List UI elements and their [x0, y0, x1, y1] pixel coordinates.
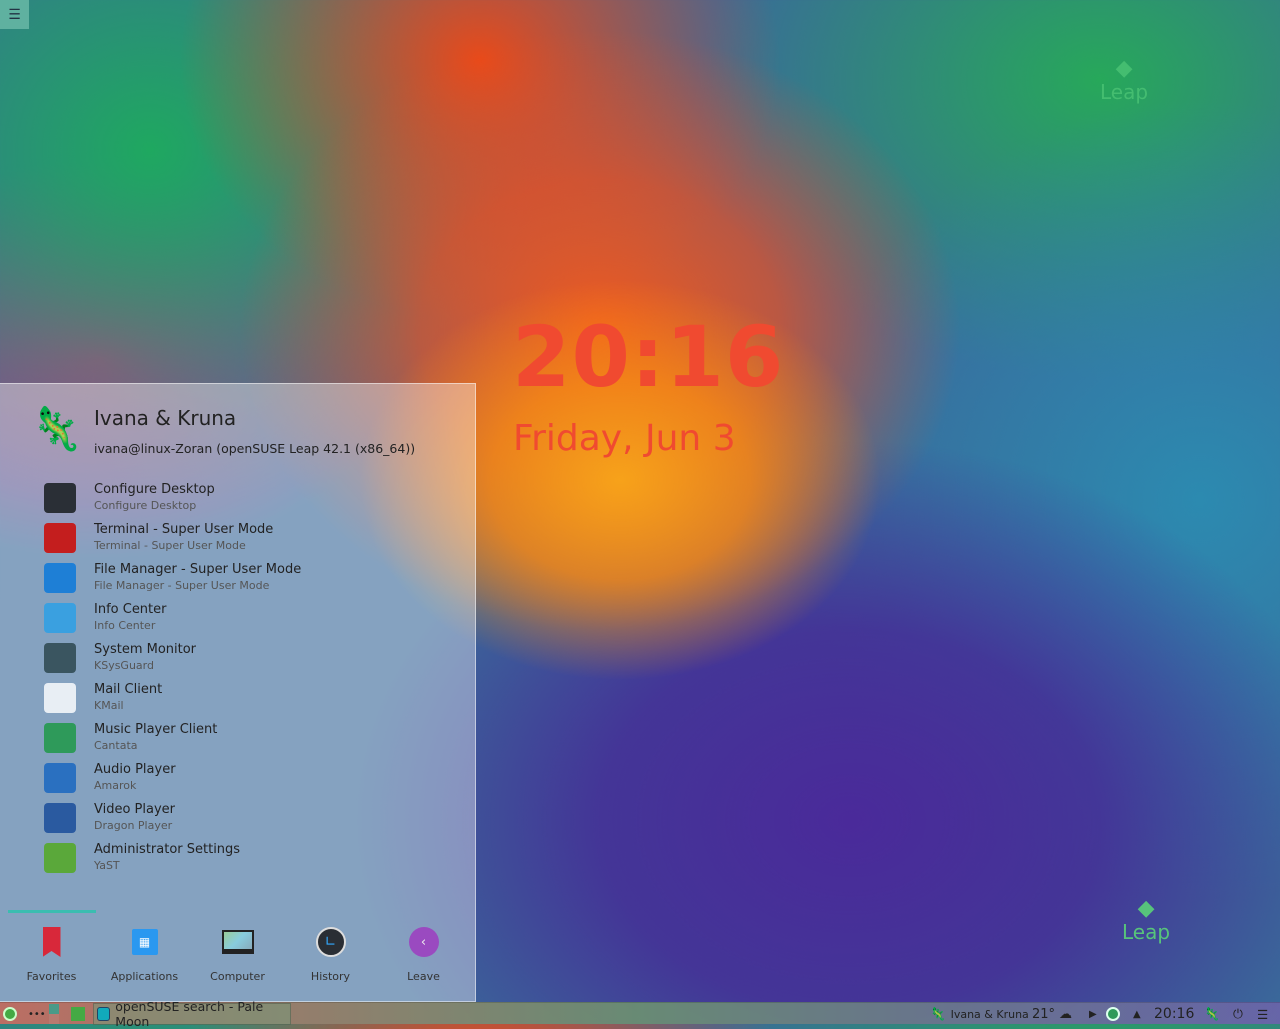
menu-item[interactable]: Music Player Client Cantata: [0, 718, 475, 758]
taskbar: ••• openSUSE search - Pale Moon 🦎 Ivana &…: [0, 999, 1280, 1029]
leap-logo-top: ◆ Leap: [1100, 56, 1149, 105]
menu-item-subtitle: KMail: [94, 699, 124, 712]
more-icon[interactable]: •••: [28, 1003, 46, 1025]
menu-item-title: Info Center: [94, 602, 167, 617]
history-icon: ∟: [315, 927, 346, 957]
application-launcher-menu: 🦎 Ivana & Kruna ivana@linux-Zoran (openS…: [0, 383, 476, 1002]
menu-item[interactable]: Video Player Dragon Player: [0, 798, 475, 838]
tab-leave[interactable]: ‹ Leave: [377, 922, 470, 983]
task-label: openSUSE search - Pale Moon: [115, 999, 264, 1029]
user-label: Ivana & Kruna: [950, 1007, 1029, 1021]
menu-item-subtitle: KSysGuard: [94, 659, 154, 672]
menu-item[interactable]: System Monitor KSysGuard: [0, 638, 475, 678]
menu-item-title: Video Player: [94, 802, 176, 817]
menu-item-title: Configure Desktop: [94, 482, 215, 497]
menu-item[interactable]: Info Center Info Center: [0, 598, 475, 638]
menu-item-title: Audio Player: [94, 762, 176, 777]
system-monitor-icon: [44, 643, 76, 673]
computer-icon: [221, 930, 254, 954]
mail-icon: [44, 683, 76, 713]
folder-icon: [44, 563, 76, 593]
menu-item-subtitle: Info Center: [94, 619, 156, 632]
info-icon: [44, 603, 76, 633]
menu-item[interactable]: Mail Client KMail: [0, 678, 475, 718]
weather-temp: 21°: [1032, 1006, 1056, 1022]
show-desktop-button[interactable]: [71, 1003, 85, 1025]
configure-icon: [44, 483, 76, 513]
power-icon[interactable]: ⏻: [1233, 1003, 1243, 1025]
media-play-icon[interactable]: ▶: [1089, 1003, 1097, 1025]
weather-widget[interactable]: 21° ☁: [1032, 1003, 1072, 1025]
menu-item-subtitle: File Manager - Super User Mode: [94, 579, 270, 592]
menu-item[interactable]: Configure Desktop Configure Desktop: [0, 478, 475, 518]
panel-menu-icon[interactable]: ☰: [1257, 1003, 1268, 1025]
menu-item-subtitle: Dragon Player: [94, 819, 173, 832]
menu-item-title: System Monitor: [94, 642, 197, 657]
menu-item-title: Music Player Client: [94, 722, 218, 737]
amarok-icon: [44, 763, 76, 793]
leap-logo-bottom: ◆ Leap: [1122, 896, 1171, 945]
tab-favorites[interactable]: Favorites: [5, 922, 98, 983]
tab-label: Favorites: [26, 970, 77, 983]
menu-item[interactable]: File Manager - Super User Mode File Manag…: [0, 558, 475, 598]
menu-item-subtitle: Terminal - Super User Mode: [94, 539, 246, 552]
desktop-toolbox-button[interactable]: ☰: [0, 0, 29, 29]
menu-item-subtitle: Cantata: [94, 739, 138, 752]
dragon-icon: [44, 803, 76, 833]
tab-applications[interactable]: ▦ Applications: [98, 922, 191, 983]
pager[interactable]: [49, 1003, 59, 1025]
task-pale-moon[interactable]: openSUSE search - Pale Moon: [93, 999, 291, 1029]
menu-item-subtitle: Configure Desktop: [94, 499, 197, 512]
opensuse-logo-icon: [3, 1007, 17, 1021]
menu-item[interactable]: Administrator Settings YaST: [0, 838, 475, 878]
menu-item-title: Administrator Settings: [94, 842, 241, 857]
hamburger-icon: ☰: [8, 6, 21, 23]
user-avatar: 🦎: [30, 404, 83, 453]
menu-item-title: Mail Client: [94, 682, 163, 697]
desktop-clock: 20:16: [512, 308, 785, 406]
expand-tray-icon[interactable]: ▲: [1133, 1003, 1141, 1025]
pager-desktop-icon: [49, 1004, 59, 1024]
show-desktop-icon: [71, 1007, 85, 1021]
yast-icon: [44, 843, 76, 873]
taskbar-clock[interactable]: 20:16: [1154, 1003, 1194, 1025]
tab-computer[interactable]: Computer: [191, 922, 284, 983]
menu-item-subtitle: Amarok: [94, 779, 137, 792]
menu-item[interactable]: Terminal - Super User Mode Terminal - Sup…: [0, 518, 475, 558]
user-host: ivana@linux-Zoran (openSUSE Leap 42.1 (x…: [94, 441, 416, 456]
tab-label: History: [310, 970, 351, 983]
user-name: Ivana & Kruna: [94, 406, 237, 430]
user-avatar-icon: 🦎: [930, 1006, 946, 1021]
menu-item-subtitle: YaST: [94, 859, 120, 872]
active-tab-indicator: [8, 910, 96, 913]
bookmark-icon: [42, 927, 61, 957]
menu-item-title: Terminal - Super User Mode: [94, 522, 274, 537]
menu-item[interactable]: Audio Player Amarok: [0, 758, 475, 798]
user-avatar-large-icon[interactable]: 🦎: [1204, 1003, 1220, 1025]
launcher-button[interactable]: [3, 1003, 17, 1025]
tab-label: Leave: [407, 970, 440, 983]
user-switcher[interactable]: 🦎 Ivana & Kruna: [930, 1003, 1029, 1025]
desktop-date: Friday, Jun 3: [513, 418, 736, 459]
cantata-icon: [44, 723, 76, 753]
tab-label: Applications: [110, 970, 179, 983]
tab-label: Computer: [210, 970, 265, 983]
cantata-tray-icon[interactable]: [1106, 1003, 1120, 1025]
cloud-icon: ☁: [1059, 1006, 1073, 1022]
leave-icon: ‹: [408, 927, 439, 957]
tab-history[interactable]: ∟ History: [284, 922, 377, 983]
pale-moon-icon: [98, 1008, 110, 1020]
terminal-icon: [44, 523, 76, 553]
menu-item-title: File Manager - Super User Mode: [94, 562, 302, 577]
applications-icon: ▦: [131, 929, 158, 955]
